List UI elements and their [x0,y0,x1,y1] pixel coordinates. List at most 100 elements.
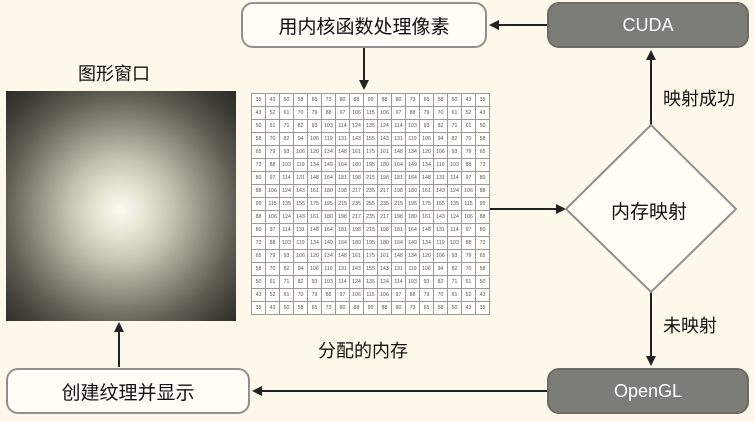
memory-cell: 103 [321,119,336,133]
memory-cell: 93 [307,275,322,289]
memory-cell: 124 [349,275,364,289]
memory-cell: 65 [251,145,266,159]
memory-cell: 198 [349,223,364,237]
memory-cell: 70 [265,132,280,146]
memory-cell: 124 [447,184,462,198]
memory-cell: 93 [279,145,294,159]
memory-cell: 195 [405,197,420,211]
memory-cell: 95 [475,197,490,211]
memory-cell: 106 [293,145,308,159]
memory-cell: 43 [475,288,490,302]
decision-label: 内存映射 [611,201,688,223]
memory-cell: 97 [461,171,476,185]
memory-cell: 235 [377,197,392,211]
memory-cell: 131 [391,262,406,276]
memory-cell: 103 [279,236,294,250]
opengl-label: OpenGL [613,380,683,401]
memory-cell: 73 [475,158,490,172]
memory-cell: 114 [335,119,350,133]
kernel-process-label: 用内核函数处理像素 [278,15,450,38]
memory-cell: 58 [433,93,448,107]
memory-cell: 115 [461,197,476,211]
memory-cell: 131 [293,223,308,237]
memory-cell: 70 [461,262,476,276]
memory-cell: 124 [377,119,392,133]
memory-cell: 79 [265,145,280,159]
memory-cell: 114 [335,275,350,289]
memory-cell: 106 [419,262,434,276]
memory-cell: 143 [377,132,392,146]
memory-caption: 分配的内存 [318,341,408,362]
memory-cell: 106 [307,262,322,276]
memory-cell: 43 [461,301,476,315]
memory-cell: 65 [307,301,322,315]
memory-cell: 215 [391,197,406,211]
memory-cell: 143 [293,210,308,224]
memory-cell: 143 [349,262,364,276]
memory-cell: 164 [335,158,350,172]
memory-cell: 217 [349,210,364,224]
memory-cell: 180 [321,210,336,224]
memory-cell: 50 [251,119,266,133]
memory-cell: 115 [363,106,378,120]
memory-cell: 120 [419,145,434,159]
memory-cell: 161 [419,210,434,224]
memory-cell: 134 [419,236,434,250]
memory-cell: 71 [279,275,294,289]
memory-cell: 93 [419,119,434,133]
memory-cell: 58 [293,93,308,107]
memory-row: 88 106 124 143 161 180 198 217 235 217 198 180 161 14… [251,184,490,198]
memory-cell: 73 [321,301,336,315]
memory-cell: 148 [419,223,434,237]
memory-cell: 82 [293,275,308,289]
memory-cell: 71 [447,119,462,133]
memory-row: 73 88 103 119 134 149 164 180 195 180 164 149 134 119… [251,158,490,172]
memory-cell: 134 [307,236,322,250]
memory-cell: 124 [279,210,294,224]
memory-cell: 70 [433,288,448,302]
memory-cell: 79 [461,145,476,159]
memory-cell: 198 [391,210,406,224]
memory-cell: 97 [265,171,280,185]
memory-cell: 79 [461,249,476,263]
memory-cell: 180 [321,184,336,198]
memory-cell: 95 [363,93,378,107]
memory-cell: 61 [265,275,280,289]
memory-cell: 164 [335,236,350,250]
memory-cell: 43 [475,106,490,120]
memory-cell: 95 [363,301,378,315]
memory-cell: 58 [251,262,266,276]
memory-cell: 73 [405,301,420,315]
memory-cell: 61 [461,275,476,289]
memory-cell: 175 [307,197,322,211]
memory-cell: 235 [363,184,378,198]
memory-cell: 82 [433,119,448,133]
memory-cell: 131 [335,262,350,276]
memory-cell: 97 [391,288,406,302]
memory-cell: 198 [349,171,364,185]
memory-cell: 94 [293,132,308,146]
not-mapped-label: 未映射 [663,316,717,337]
memory-cell: 61 [279,106,294,120]
memory-row: 88 106 124 143 161 180 198 217 235 217 198 180 161 14… [251,210,490,224]
memory-cell: 93 [279,249,294,263]
memory-row: 43 52 61 70 79 88 97 106 115 106 97 88 79 70 61 52 43 [251,106,490,120]
memory-cell: 119 [405,262,420,276]
memory-cell: 135 [363,119,378,133]
memory-cell: 52 [461,106,476,120]
memory-cell: 80 [475,171,490,185]
memory-cell: 215 [363,223,378,237]
memory-cell: 73 [251,158,266,172]
memory-cell: 134 [419,158,434,172]
memory-cell: 97 [265,223,280,237]
memory-cell: 120 [307,145,322,159]
memory-cell: 143 [377,262,392,276]
memory-cell: 70 [293,288,308,302]
memory-cell: 235 [349,197,364,211]
memory-cell: 120 [419,249,434,263]
memory-cell: 161 [307,210,322,224]
memory-cell: 82 [279,132,294,146]
graphics-window-image [6,91,236,321]
memory-cell: 88 [349,93,364,107]
memory-cell: 65 [475,145,490,159]
